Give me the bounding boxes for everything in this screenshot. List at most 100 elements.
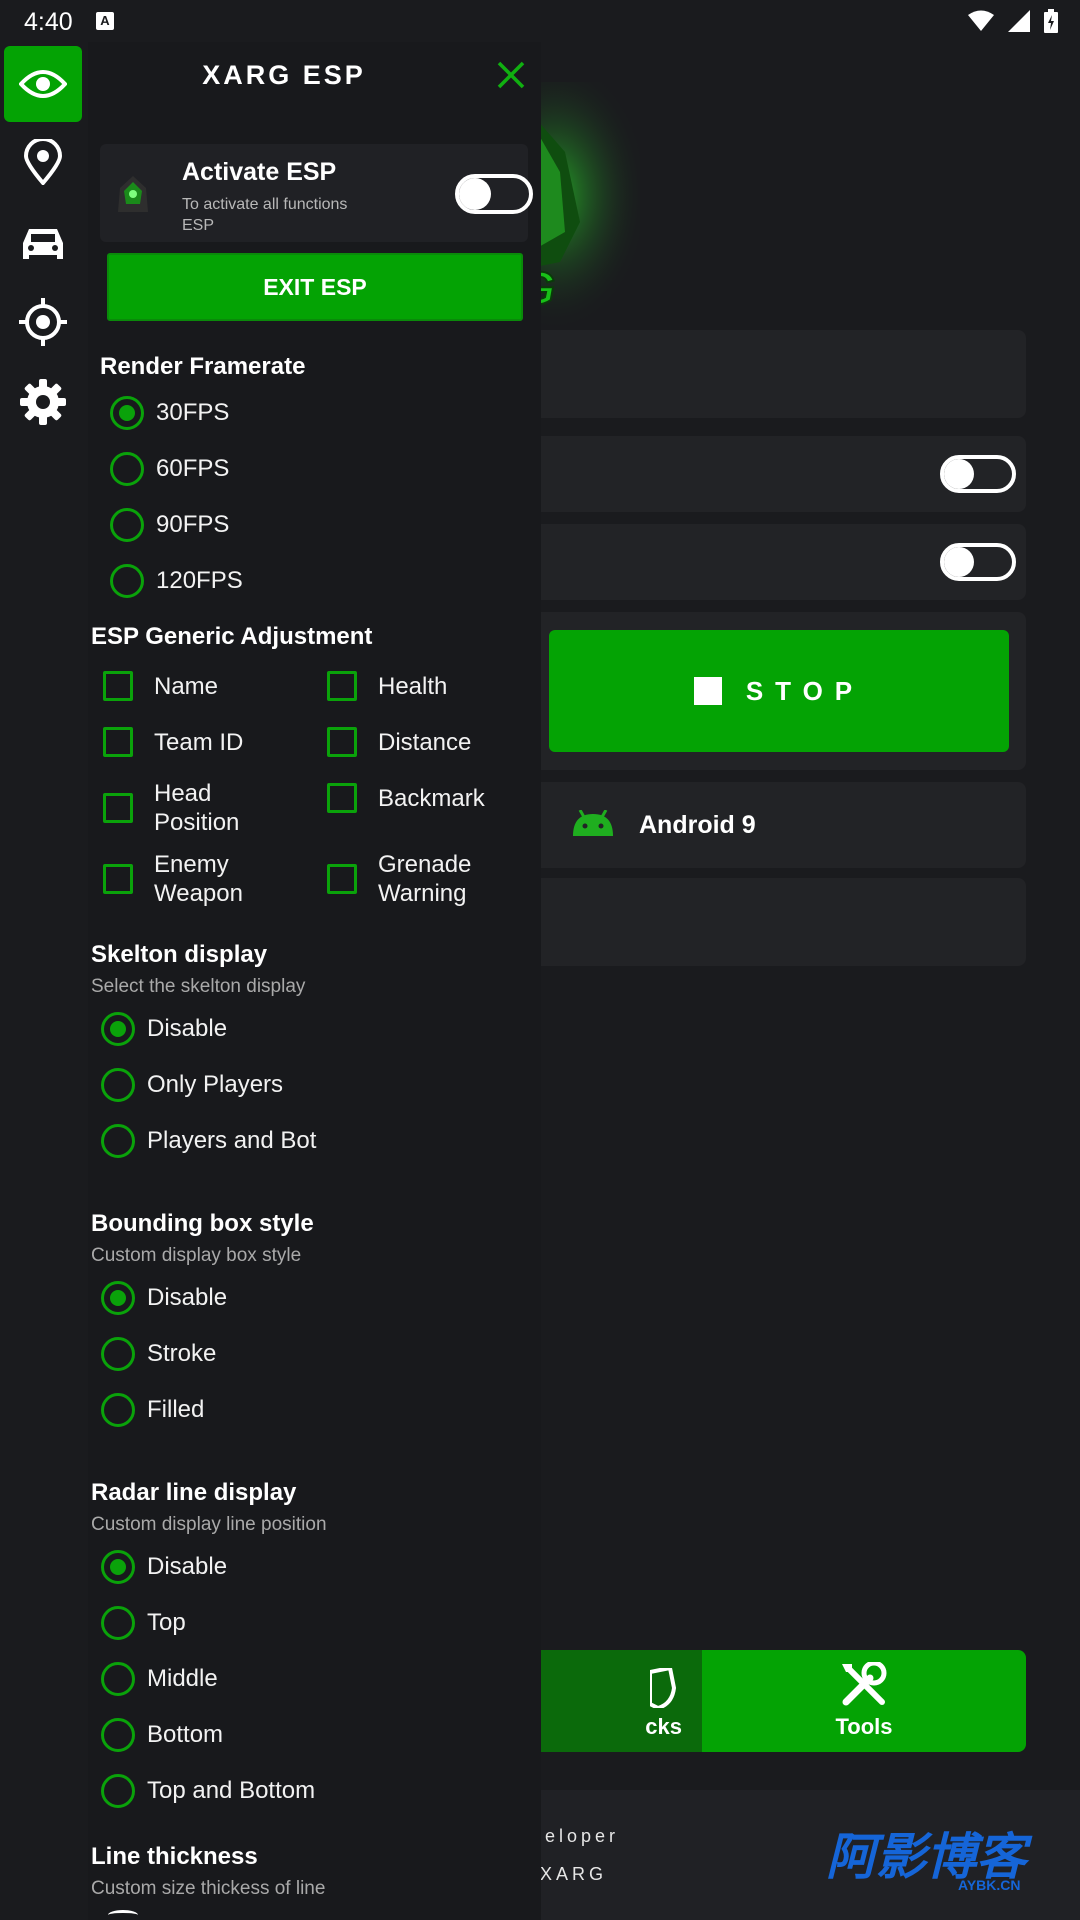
skeleton-option-disable[interactable]: Disable	[101, 1009, 227, 1049]
radio-selected[interactable]	[101, 1012, 135, 1046]
radio[interactable]	[110, 452, 144, 486]
radio-label: 30FPS	[156, 399, 230, 426]
generic-title: ESP Generic Adjustment	[91, 623, 373, 650]
watermark-sub: AYBK.CN	[958, 1877, 1021, 1890]
checkbox-health[interactable]: Health	[327, 666, 447, 706]
checkbox[interactable]	[327, 727, 357, 757]
radio-label: 90FPS	[156, 511, 230, 538]
rail-item-esp[interactable]	[4, 46, 82, 122]
radio[interactable]	[101, 1606, 135, 1640]
framerate-option-30[interactable]: 30FPS	[110, 393, 229, 433]
checkbox-backmark[interactable]: Backmark	[327, 778, 485, 818]
stop-label: STOP	[745, 675, 865, 706]
checkbox[interactable]	[103, 864, 133, 894]
checkbox[interactable]	[327, 671, 357, 701]
radio-selected[interactable]	[101, 1281, 135, 1315]
radio-label: Only Players	[147, 1071, 284, 1098]
status-bar: 4:40 A	[0, 0, 1080, 42]
rail-item-aim[interactable]	[4, 284, 82, 360]
activate-esp-card: Activate ESP To activate all functions E…	[100, 144, 533, 242]
radio[interactable]	[101, 1337, 135, 1371]
bbox-title: Bounding box style	[91, 1210, 314, 1237]
radar-option-top-and-bottom[interactable]: Top and Bottom	[101, 1771, 315, 1811]
radio[interactable]	[101, 1774, 135, 1808]
bg-card-toggle-1	[520, 436, 1026, 512]
status-icons	[968, 8, 1058, 34]
radar-option-middle[interactable]: Middle	[101, 1659, 218, 1699]
radio-label: Stroke	[147, 1340, 217, 1367]
bbox-option-disable[interactable]: Disable	[101, 1278, 227, 1318]
tab-hacks[interactable]: cks	[520, 1650, 702, 1752]
wifi-icon	[968, 10, 994, 31]
bg-toggle-1[interactable]	[940, 455, 1016, 493]
checkbox-grenade-warning[interactable]: Grenade Warning	[327, 849, 508, 909]
bbox-option-filled[interactable]: Filled	[101, 1390, 204, 1430]
radar-option-bottom[interactable]: Bottom	[101, 1715, 223, 1755]
checkbox-label: Distance	[378, 728, 472, 756]
radio-selected[interactable]	[110, 396, 144, 430]
esp-panel: XARG ESP Activate ESP To activate all fu…	[88, 42, 541, 1920]
rail-item-location[interactable]	[4, 124, 82, 200]
checkbox-team-id[interactable]: Team ID	[103, 722, 243, 762]
radio[interactable]	[101, 1393, 135, 1427]
framerate-option-60[interactable]: 60FPS	[110, 449, 229, 489]
exit-esp-button[interactable]: EXIT ESP	[107, 253, 523, 321]
rail-item-vehicle[interactable]	[4, 206, 82, 282]
thickness-title: Line thickness	[91, 1843, 258, 1870]
signal-icon	[1008, 10, 1030, 32]
close-icon[interactable]	[496, 60, 526, 90]
radio-selected[interactable]	[101, 1550, 135, 1584]
watermark-logo: 阿影博客 AYBK.CN	[826, 1828, 1033, 1890]
bg-toggle-2[interactable]	[940, 543, 1016, 581]
checkbox[interactable]	[103, 727, 133, 757]
notification-a-icon: A	[96, 12, 114, 30]
checkbox-label: Health	[378, 672, 448, 700]
radar-option-top[interactable]: Top	[101, 1603, 186, 1643]
thickness-slider-peek[interactable]	[108, 1910, 138, 1920]
activate-esp-toggle[interactable]	[455, 174, 533, 214]
radio[interactable]	[101, 1124, 135, 1158]
checkbox-enemy-weapon[interactable]: Enemy Weapon	[103, 849, 274, 909]
tab-hacks-label: cks	[645, 1714, 682, 1739]
radio[interactable]	[101, 1662, 135, 1696]
checkbox-head-position[interactable]: Head Position	[103, 778, 274, 838]
tab-tools[interactable]: Tools	[702, 1650, 1026, 1752]
skeleton-option-only-players[interactable]: Only Players	[101, 1065, 283, 1105]
bg-card-empty-2	[520, 878, 1026, 966]
footer-developer: veloper	[532, 1826, 620, 1846]
checkbox-label: Head Position	[154, 780, 240, 836]
framerate-option-120[interactable]: 120FPS	[110, 561, 243, 601]
framerate-option-90[interactable]: 90FPS	[110, 505, 229, 545]
shield-icon	[650, 1668, 676, 1708]
skeleton-subtitle: Select the skelton display	[91, 976, 306, 997]
bbox-option-stroke[interactable]: Stroke	[101, 1334, 216, 1374]
radio-label: Players and Bot	[147, 1127, 317, 1154]
radar-option-disable[interactable]: Disable	[101, 1547, 227, 1587]
stop-button[interactable]: STOP	[549, 630, 1009, 752]
android-version-row: Android 9	[520, 782, 1026, 868]
radio-label: Top	[147, 1609, 186, 1636]
checkbox[interactable]	[103, 671, 133, 701]
checkbox-distance[interactable]: Distance	[327, 722, 471, 762]
radio[interactable]	[101, 1068, 135, 1102]
checkbox-label: Name	[154, 672, 219, 700]
checkbox-label: Backmark	[378, 784, 485, 812]
checkbox[interactable]	[103, 793, 133, 823]
radio[interactable]	[110, 564, 144, 598]
radio-label: Middle	[147, 1665, 218, 1692]
activate-esp-title: Activate ESP	[182, 158, 337, 186]
checkbox[interactable]	[327, 783, 357, 813]
radio-label: Top and Bottom	[147, 1777, 316, 1804]
radio[interactable]	[110, 508, 144, 542]
rail-item-settings[interactable]	[4, 364, 82, 440]
crosshair-icon	[19, 298, 67, 346]
checkbox[interactable]	[327, 864, 357, 894]
android-icon	[573, 810, 613, 836]
checkbox-name[interactable]: Name	[103, 666, 218, 706]
eye-icon	[19, 70, 67, 98]
radar-title: Radar line display	[91, 1479, 297, 1506]
radio-label: Filled	[147, 1396, 205, 1423]
skeleton-option-players-and-bot[interactable]: Players and Bot	[101, 1121, 316, 1161]
location-icon	[24, 139, 62, 185]
radio[interactable]	[101, 1718, 135, 1752]
